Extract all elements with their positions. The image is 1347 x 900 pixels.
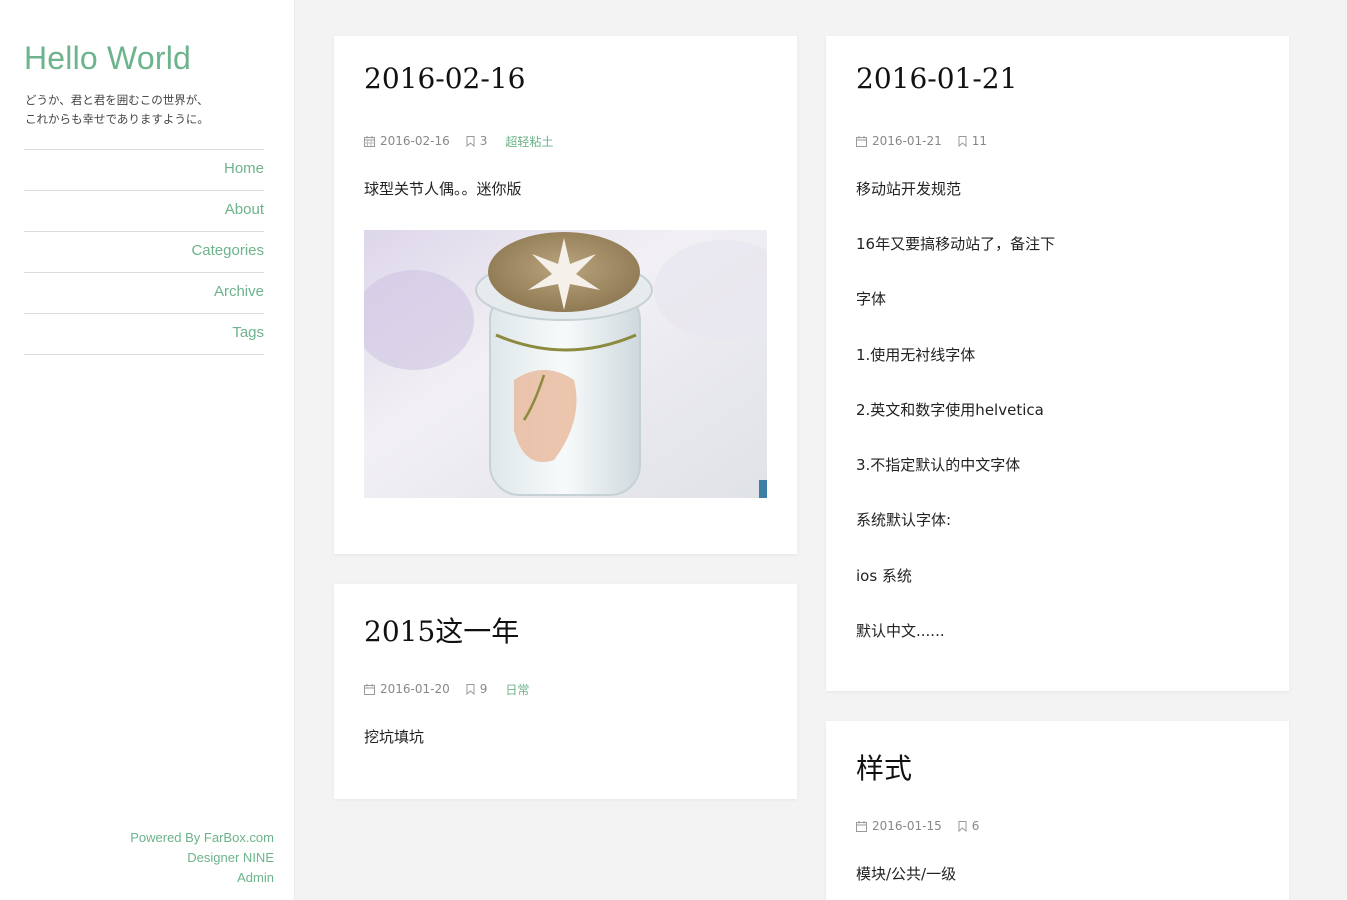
- sidebar-footer: Powered By FarBox.com Designer NINE Admi…: [0, 828, 274, 888]
- post-title[interactable]: 2016-02-16: [364, 62, 525, 95]
- main-nav: Home About Categories Archive Tags: [24, 149, 264, 355]
- bookmark-icon: [466, 683, 475, 695]
- post-card: 2015这一年 2016-01-20 9 日常 挖坑填坑: [334, 584, 797, 799]
- post-date: 2016-01-20: [380, 682, 450, 696]
- admin-link[interactable]: Admin: [0, 868, 274, 888]
- bookmark-icon: [958, 135, 967, 147]
- post-excerpt-line: 1.使用无衬线字体: [856, 346, 976, 364]
- post-date: 2016-02-16: [380, 134, 450, 148]
- nav-item-tags[interactable]: Tags: [24, 314, 264, 355]
- calendar-icon: [364, 683, 375, 695]
- post-excerpt: 模块/公共/一级: [856, 865, 957, 883]
- calendar-icon: [856, 820, 867, 832]
- category-link[interactable]: 超轻粘土: [505, 133, 553, 150]
- post-excerpt-line: 移动站开发规范: [856, 180, 962, 198]
- nav-item-home[interactable]: Home: [24, 150, 264, 191]
- nav-item-categories[interactable]: Categories: [24, 232, 264, 273]
- bookmark-icon: [466, 135, 475, 147]
- post-meta: 2016-01-20 9 日常: [364, 681, 529, 697]
- post-date: 2016-01-15: [872, 819, 942, 833]
- post-card: 样式 2016-01-15 6 模块/公共/一级: [826, 721, 1289, 900]
- nav-item-about[interactable]: About: [24, 191, 264, 232]
- post-excerpt-line: 3.不指定默认的中文字体: [856, 456, 1021, 474]
- comment-count: 9: [479, 682, 488, 696]
- post-excerpt-line: 默认中文......: [856, 622, 945, 640]
- post-title[interactable]: 2016-01-21: [856, 62, 1017, 95]
- post-excerpt-line: 字体: [856, 290, 887, 308]
- post-meta: 2016-01-21 11: [856, 133, 987, 149]
- tagline-line: どうか、君と君を囲むこの世界が、: [25, 93, 209, 107]
- powered-by-link[interactable]: Powered By FarBox.com: [0, 828, 274, 848]
- comment-count: 11: [971, 134, 988, 148]
- post-excerpt-line: 2.英文和数字使用helvetica: [856, 401, 1044, 419]
- designer-link[interactable]: Designer NINE: [0, 848, 274, 868]
- comment-count: 6: [971, 819, 980, 833]
- post-card: 2016-01-21 2016-01-21 11 移动站开发规范 16年又要搞移…: [826, 36, 1289, 691]
- glass-jar-photo[interactable]: [364, 230, 767, 498]
- post-excerpt: 挖坑填坑: [364, 728, 425, 746]
- tagline-line: これからも幸せでありますように。: [25, 112, 209, 126]
- post-date: 2016-01-21: [872, 134, 942, 148]
- calendar-icon: [364, 135, 375, 147]
- post-meta: 2016-01-15 6: [856, 818, 979, 834]
- sidebar: Hello World どうか、君と君を囲むこの世界が、 これからも幸せでありま…: [0, 0, 295, 900]
- post-excerpt-line: 16年又要搞移动站了，备注下: [856, 235, 1056, 253]
- post-title[interactable]: 2015这一年: [364, 610, 519, 650]
- post-excerpt-line: 系统默认字体:: [856, 511, 952, 529]
- category-link[interactable]: 日常: [505, 681, 529, 698]
- site-tagline: どうか、君と君を囲むこの世界が、 これからも幸せでありますように。: [25, 91, 265, 129]
- post-card: 2016-02-16 2016-02-16 3 超轻粘土 球型关节人偶。。迷你版: [334, 36, 797, 554]
- post-title[interactable]: 样式: [856, 747, 912, 787]
- post-meta: 2016-02-16 3 超轻粘土: [364, 133, 553, 149]
- nav-item-archive[interactable]: Archive: [24, 273, 264, 314]
- post-excerpt-line: ios 系统: [856, 567, 912, 585]
- calendar-icon: [856, 135, 867, 147]
- bookmark-icon: [958, 820, 967, 832]
- site-title[interactable]: Hello World: [24, 40, 191, 77]
- comment-count: 3: [479, 134, 488, 148]
- post-excerpt: 球型关节人偶。。迷你版: [364, 180, 522, 198]
